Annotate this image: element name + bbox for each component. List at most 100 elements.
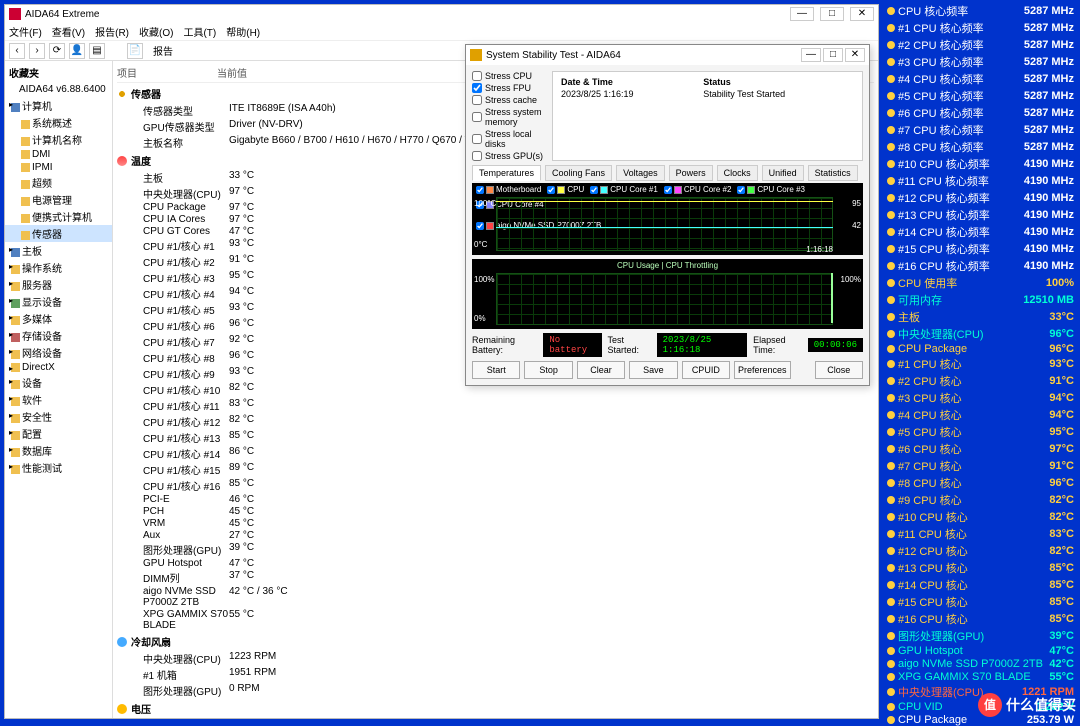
tree-item[interactable]: 计算机名称 xyxy=(5,131,112,148)
overlay-row: #12 CPU 核心频率4190 MHz xyxy=(883,189,1078,206)
dialog-button-start[interactable]: Start xyxy=(472,361,520,379)
group-header: 冷却风扇 xyxy=(117,631,874,650)
tree-item[interactable]: 传感器 xyxy=(5,225,112,242)
sensor-row[interactable]: 中央处理器(CPU)1223 RPM xyxy=(117,650,874,666)
tree-item[interactable]: 设备 xyxy=(5,374,112,391)
dialog-buttons: StartStop ClearSave CPUIDPreferences Close xyxy=(472,361,863,379)
overlay-row: #8 CPU 核心频率5287 MHz xyxy=(883,138,1078,155)
tree-item[interactable]: 操作系统 xyxy=(5,259,112,276)
tree-item[interactable]: 主板 xyxy=(5,242,112,259)
tree-item[interactable]: 配置 xyxy=(5,425,112,442)
legend-item[interactable]: CPU xyxy=(547,185,584,194)
dialog-button-save[interactable]: Save xyxy=(629,361,677,379)
tree-item[interactable]: DMI xyxy=(5,148,112,161)
sensor-row[interactable]: GPU Hotspot47 °C xyxy=(117,557,874,569)
menu-item[interactable]: 收藏(O) xyxy=(139,24,173,39)
tree-item[interactable]: DirectX xyxy=(5,361,112,374)
menu-item[interactable]: 工具(T) xyxy=(183,24,216,39)
tree-item[interactable]: 电源管理 xyxy=(5,191,112,208)
graph-tab[interactable]: Statistics xyxy=(808,165,858,181)
tree-item[interactable]: 存储设备 xyxy=(5,327,112,344)
tools-button[interactable]: ▤ xyxy=(89,43,105,59)
tree-item[interactable]: IPMI xyxy=(5,161,112,174)
sensor-row[interactable]: aigo NVMe SSD P7000Z 2TB42 °C / 36 °C xyxy=(117,585,874,608)
status-hdr-datetime: Date & Time xyxy=(557,76,699,88)
watermark-badge: 值 xyxy=(978,693,1002,717)
graph-tab[interactable]: Cooling Fans xyxy=(545,165,612,181)
graph-tab[interactable]: Temperatures xyxy=(472,165,541,181)
tree-item[interactable]: 超频 xyxy=(5,174,112,191)
sensor-row[interactable]: VRM45 °C xyxy=(117,517,874,529)
legend-item[interactable]: CPU Core #3 xyxy=(737,185,805,194)
sensor-row[interactable]: CPU #1/核心 #1183 °C xyxy=(117,397,874,413)
menu-item[interactable]: 报告(R) xyxy=(95,24,129,39)
sensor-row[interactable]: #1 机箱1951 RPM xyxy=(117,666,874,682)
graph2-rtop: 100% xyxy=(841,275,861,284)
minimize-button[interactable]: — xyxy=(790,7,814,21)
nav-forward-button[interactable]: › xyxy=(29,43,45,59)
stress-checkbox[interactable]: Stress CPU xyxy=(472,71,552,81)
dialog-button-cpuid[interactable]: CPUID xyxy=(682,361,730,379)
overlay-row: CPU Package96°C xyxy=(883,342,1078,355)
tree-item[interactable]: 性能测试 xyxy=(5,459,112,476)
legend-item[interactable]: CPU Core #2 xyxy=(664,185,732,194)
test-started-value: 2023/8/25 1:16:18 xyxy=(657,333,747,357)
tree-item[interactable]: 安全性 xyxy=(5,408,112,425)
sensor-row[interactable]: PCH45 °C xyxy=(117,505,874,517)
sensor-row[interactable]: 图形处理器(GPU)0 RPM xyxy=(117,682,874,698)
report-icon[interactable]: 📄 xyxy=(127,43,143,59)
status-log: Date & Time Status 2023/8/25 1:16:19 Sta… xyxy=(552,71,863,161)
graph-tab[interactable]: Powers xyxy=(669,165,713,181)
user-button[interactable]: 👤 xyxy=(69,43,85,59)
tree-item[interactable]: 便携式计算机 xyxy=(5,208,112,225)
menu-item[interactable]: 文件(F) xyxy=(9,24,42,39)
overlay-row: #15 CPU 核心85°C xyxy=(883,593,1078,610)
sensor-row[interactable]: PCI-E46 °C xyxy=(117,493,874,505)
legend-item[interactable]: CPU Core #1 xyxy=(590,185,658,194)
refresh-button[interactable]: ⟳ xyxy=(49,43,65,59)
stress-checkbox[interactable]: Stress local disks xyxy=(472,129,552,149)
tree-item[interactable]: 显示设备 xyxy=(5,293,112,310)
menu-item[interactable]: 查看(V) xyxy=(52,24,85,39)
dialog-minimize-button[interactable]: — xyxy=(801,48,821,62)
tree-item[interactable]: 系统概述 xyxy=(5,114,112,131)
dialog-button-close[interactable]: Close xyxy=(815,361,863,379)
dialog-button-clear[interactable]: Clear xyxy=(577,361,625,379)
close-button[interactable]: ✕ xyxy=(850,7,874,21)
tree-item[interactable]: 计算机 xyxy=(5,97,112,114)
stress-checkbox[interactable]: Stress GPU(s) xyxy=(472,151,552,161)
tree-item[interactable]: 服务器 xyxy=(5,276,112,293)
legend-item[interactable]: Motherboard xyxy=(476,185,541,194)
sensor-row[interactable]: CPU #1/核心 #1282 °C xyxy=(117,413,874,429)
sensor-row[interactable]: Aux27 °C xyxy=(117,529,874,541)
stress-checkbox[interactable]: Stress FPU xyxy=(472,83,552,93)
overlay-row: #4 CPU 核心94°C xyxy=(883,406,1078,423)
nav-back-button[interactable]: ‹ xyxy=(9,43,25,59)
menu-item[interactable]: 帮助(H) xyxy=(226,24,260,39)
maximize-button[interactable]: □ xyxy=(820,7,844,21)
sensor-row[interactable]: DIMM列37 °C xyxy=(117,569,874,585)
dialog-maximize-button[interactable]: □ xyxy=(823,48,843,62)
sensor-row[interactable]: CPU #1/核心 #1486 °C xyxy=(117,445,874,461)
sensor-row[interactable]: CPU #1/核心 #1685 °C xyxy=(117,477,874,493)
tree-item[interactable]: 网络设备 xyxy=(5,344,112,361)
tree-item[interactable]: 数据库 xyxy=(5,442,112,459)
sensor-row[interactable]: CPU 核心1.356 V xyxy=(117,717,874,718)
sensor-row[interactable]: CPU #1/核心 #1385 °C xyxy=(117,429,874,445)
sensor-row[interactable]: 图形处理器(GPU)39 °C xyxy=(117,541,874,557)
dialog-close-button[interactable]: ✕ xyxy=(845,48,865,62)
dialog-button-stop[interactable]: Stop xyxy=(524,361,572,379)
overlay-row: #6 CPU 核心频率5287 MHz xyxy=(883,104,1078,121)
overlay-row: #5 CPU 核心频率5287 MHz xyxy=(883,87,1078,104)
stress-checkbox[interactable]: Stress cache xyxy=(472,95,552,105)
tree-item[interactable]: 软件 xyxy=(5,391,112,408)
stress-checkbox[interactable]: Stress system memory xyxy=(472,107,552,127)
graph-tab[interactable]: Clocks xyxy=(717,165,758,181)
sensor-row[interactable]: XPG GAMMIX S70 BLADE55 °C xyxy=(117,608,874,631)
graph-tab[interactable]: Voltages xyxy=(616,165,665,181)
sensor-row[interactable]: CPU #1/核心 #1589 °C xyxy=(117,461,874,477)
graph-tab[interactable]: Unified xyxy=(762,165,804,181)
dialog-button-preferences[interactable]: Preferences xyxy=(734,361,791,379)
overlay-row: XPG GAMMIX S70 BLADE55°C xyxy=(883,670,1078,683)
tree-item[interactable]: 多媒体 xyxy=(5,310,112,327)
